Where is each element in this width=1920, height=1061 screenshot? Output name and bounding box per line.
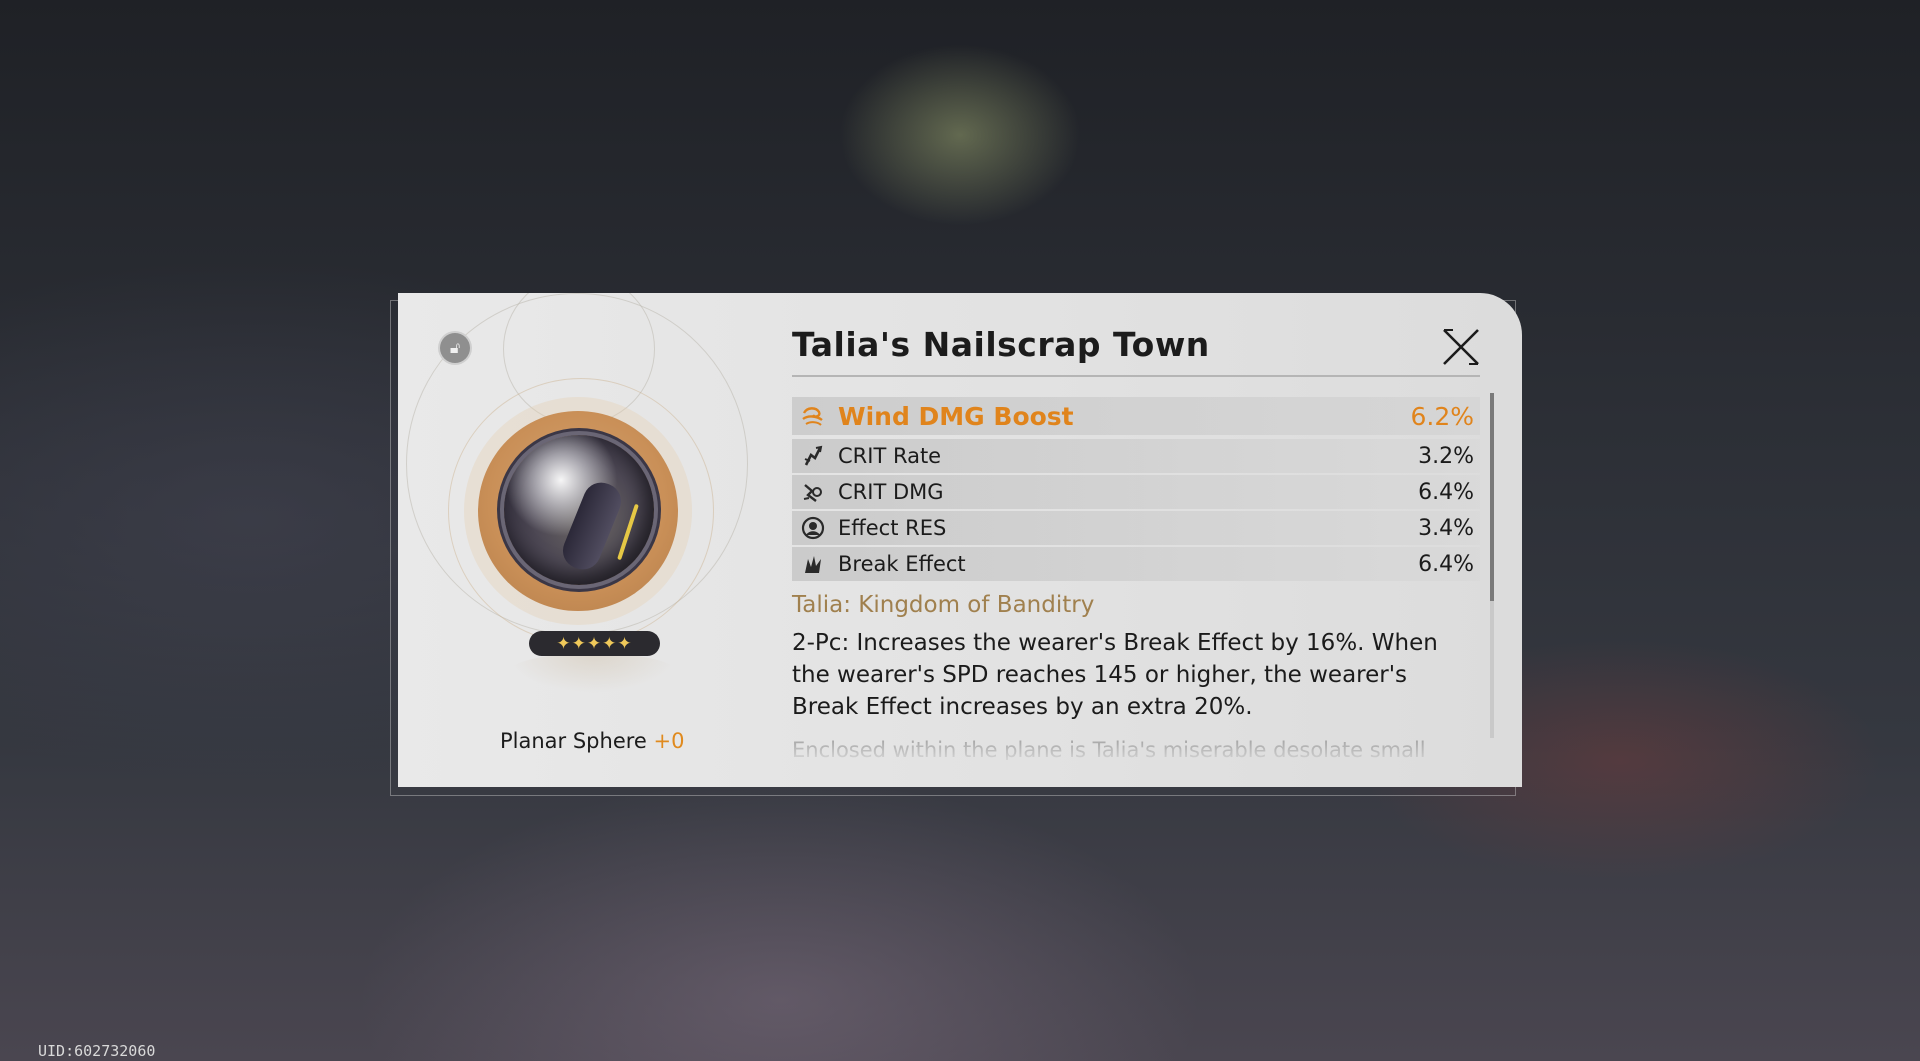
sub-stat-row: CRIT Rate 3.2% [792,439,1480,473]
crit-rate-icon [798,443,828,469]
details-scrollbar[interactable] [1490,393,1494,738]
main-stat-row: Wind DMG Boost 6.2% [792,397,1480,435]
sub-stat-value: 6.4% [1418,551,1474,577]
rarity-stars: ✦✦✦✦✦ [529,631,660,656]
set-bonus-description: 2-Pc: Increases the wearer's Break Effec… [792,630,1438,720]
scrollbar-thumb[interactable] [1490,393,1494,601]
sub-stat-name: CRIT Rate [838,444,942,468]
pedestal-glow [508,653,678,693]
effect-res-icon [798,515,828,541]
set-name: Talia: Kingdom of Banditry [792,592,1095,618]
relic-detail-card: 🔓︎ ✦✦✦✦✦ Planar Sphere +0 Talia's Nailsc… [398,293,1522,787]
uid-label: UID:602732060 [38,1042,156,1060]
sub-stat-row: CRIT DMG 6.4% [792,475,1480,509]
relic-level: +0 [653,729,685,753]
lock-toggle[interactable]: 🔓︎ [440,333,470,363]
slot-label: Planar Sphere +0 [500,729,685,753]
crit-dmg-icon [798,479,828,505]
sub-stat-name: Break Effect [838,552,966,576]
break-effect-icon [798,551,828,577]
lock-icon: 🔓︎ [449,338,461,357]
stats-list: Wind DMG Boost 6.2% CRIT Rate 3.2% CRIT … [792,397,1480,583]
relic-title: Talia's Nailscrap Town [792,325,1210,364]
relic-image [478,411,678,611]
close-icon [1443,329,1479,365]
slot-name: Planar Sphere [500,729,647,753]
flavor-text: Enclosed within the plane is Talia's mis… [792,738,1426,760]
sub-stat-value: 3.2% [1418,443,1474,469]
sub-stat-value: 3.4% [1418,515,1474,541]
sub-stat-row: Effect RES 3.4% [792,511,1480,545]
sub-stat-row: Break Effect 6.4% [792,547,1480,581]
main-stat-name: Wind DMG Boost [838,401,1074,431]
wind-icon [798,403,828,429]
close-button[interactable] [1441,327,1481,367]
main-stat-value: 6.2% [1410,401,1474,431]
sub-stat-name: CRIT DMG [838,480,944,504]
sub-stat-value: 6.4% [1418,479,1474,505]
sub-stat-name: Effect RES [838,516,947,540]
title-divider [792,375,1480,377]
